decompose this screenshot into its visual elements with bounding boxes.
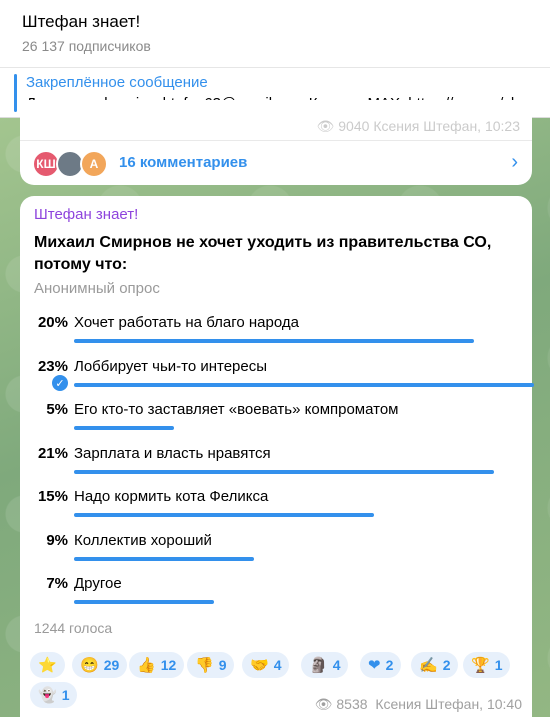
reaction-count: 4: [332, 657, 341, 673]
poll-option-bar: [74, 513, 374, 517]
post-meta: 👁 8538 Ксения Штефан, 10:40: [315, 696, 522, 713]
reaction-count: 4: [273, 657, 282, 673]
post-author-time: Ксения Штефан, 10:40: [375, 696, 522, 712]
poll-option-label: Другое: [74, 575, 122, 592]
poll-option-bar: [74, 557, 254, 561]
poll-option-percent: 23%: [37, 358, 68, 375]
poll-option-label: Хочет работать на благо народа: [74, 314, 299, 331]
reaction-count: 2: [442, 657, 451, 673]
previous-post-card: 👁 9040 Ксения Штефан, 10:23 КШ А 16 комме…: [20, 100, 532, 185]
reaction-chip[interactable]: 🗿 4: [301, 652, 349, 678]
chosen-check-icon: ✓: [52, 375, 68, 391]
poll-option[interactable]: 21% Зарплата и власть нравятся: [20, 445, 532, 489]
poll-option-percent: 9%: [46, 532, 68, 549]
reaction-emoji-icon: 😁: [80, 657, 99, 674]
comments-count: 16 комментариев: [119, 154, 248, 171]
previous-post-views: 9040: [338, 118, 370, 134]
reaction-count: 9: [218, 657, 227, 673]
poll-question: Михаил Смирнов не хочет уходить из прави…: [34, 234, 492, 273]
subscriber-count: 26 137 подписчиков: [22, 38, 151, 54]
reaction-chip[interactable]: 🤝 4: [242, 652, 290, 678]
reaction-emoji-icon: ⭐: [38, 657, 57, 674]
reaction-emoji-icon: ✍: [419, 657, 438, 674]
reaction-chip[interactable]: 😁 29: [72, 652, 128, 678]
poll-option-percent: 21%: [37, 445, 68, 462]
reaction-chip[interactable]: ❤ 2: [360, 652, 402, 678]
reaction-emoji-icon: 👍: [137, 657, 156, 674]
poll-option-label: Зарплата и власть нравятся: [74, 445, 271, 462]
avatar: А: [80, 150, 108, 178]
reaction-count: 1: [494, 657, 503, 673]
pinned-indicator: [14, 74, 17, 112]
views-icon: 👁: [314, 696, 333, 712]
reaction-emoji-icon: 👎: [195, 657, 214, 674]
poll-option[interactable]: 15% Надо кормить кота Феликса: [20, 488, 532, 532]
poll-option-bar: [74, 426, 174, 430]
poll-option-percent: 20%: [37, 314, 68, 331]
poll-option-percent: 5%: [46, 401, 68, 418]
poll-option-label: Его кто-то заставляет «воевать» компрома…: [74, 401, 399, 418]
poll-option[interactable]: 9% Коллектив хороший: [20, 532, 532, 576]
poll-type: Анонимный опрос: [34, 280, 160, 297]
poll-option-bar: [74, 600, 214, 604]
vote-count: 1244 голоса: [34, 620, 113, 636]
comments-button[interactable]: КШ А 16 комментариев ›: [20, 140, 532, 185]
post-views: 8538: [336, 696, 368, 712]
reaction-count: 2: [385, 657, 394, 673]
reaction-count: 29: [103, 657, 120, 673]
poll-post-card: Штефан знает! Михаил Смирнов не хочет ух…: [20, 196, 534, 717]
pinned-title: Закреплённое сообщение: [26, 74, 208, 91]
poll-option-label: Надо кормить кота Феликса: [74, 488, 269, 505]
reaction-emoji-icon: 🗿: [309, 657, 328, 674]
poll-option-bar: [74, 339, 474, 343]
reaction-chip[interactable]: 🏆 1: [463, 652, 511, 678]
previous-post-meta: 👁 9040 Ксения Штефан, 10:23: [316, 118, 520, 135]
chevron-right-icon: ›: [511, 151, 518, 173]
poll-option[interactable]: 5% Его кто-то заставляет «воевать» компро…: [20, 401, 532, 445]
channel-title: Штефан знает!: [22, 12, 141, 31]
reaction-count: 12: [160, 657, 177, 673]
reaction-chip[interactable]: 👻 1: [30, 682, 78, 708]
reaction-emoji-icon: 🤝: [250, 657, 269, 674]
reaction-emoji-icon: 🏆: [471, 657, 490, 674]
previous-post-author-time: Ксения Штефан, 10:23: [373, 118, 520, 134]
reaction-chip[interactable]: 👍 12: [129, 652, 185, 678]
post-author[interactable]: Штефан знает!: [34, 206, 138, 223]
reaction-chip[interactable]: 👎 9: [187, 652, 235, 678]
reaction-emoji-icon: 👻: [38, 687, 57, 704]
poll-option[interactable]: 20% Хочет работать на благо народа: [20, 314, 532, 358]
poll-option[interactable]: 7% Другое: [20, 575, 532, 619]
channel-header[interactable]: Штефан знает! 26 137 подписчиков: [0, 0, 550, 68]
poll-option-percent: 7%: [46, 575, 68, 592]
reaction-emoji-icon: ❤: [368, 657, 381, 674]
views-icon: 👁: [316, 118, 335, 134]
reaction-count: 1: [61, 687, 70, 703]
poll-option-percent: 15%: [37, 488, 68, 505]
reaction-chip[interactable]: ✍ 2: [411, 652, 459, 678]
poll-option-bar: [74, 383, 534, 387]
poll-option-label: Коллектив хороший: [74, 532, 212, 549]
poll-option-bar: [74, 470, 494, 474]
poll-option[interactable]: 23% Лоббирует чьи-то интересы ✓: [20, 358, 534, 402]
reaction-chip[interactable]: ⭐: [30, 652, 65, 678]
poll-option-label: Лоббирует чьи-то интересы: [74, 358, 268, 375]
